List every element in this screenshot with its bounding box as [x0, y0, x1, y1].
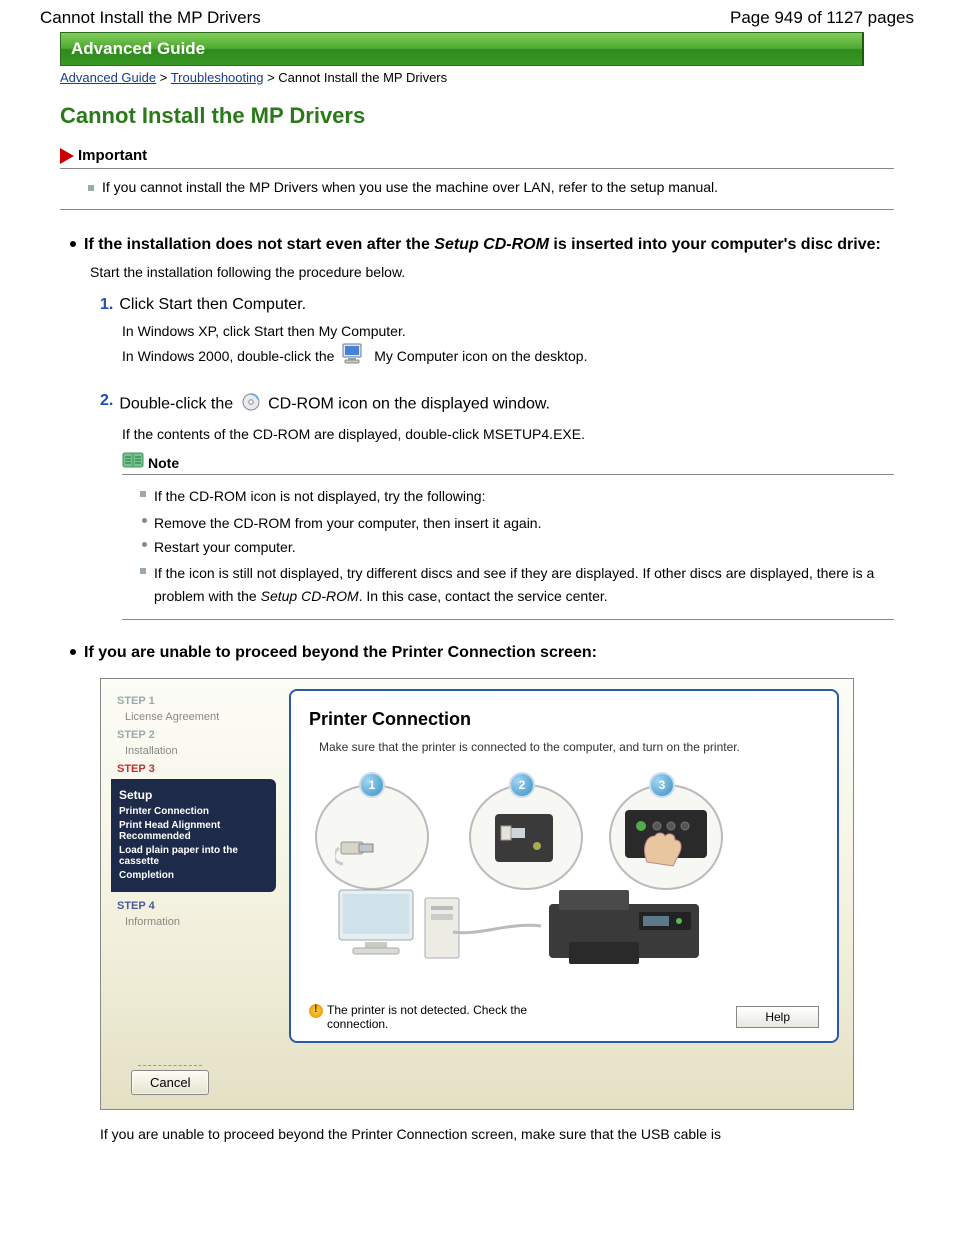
dialog-text: Make sure that the printer is connected …	[319, 740, 819, 754]
note-text: If the icon is still not displayed, try …	[140, 562, 894, 607]
printer-icon	[529, 882, 719, 972]
step-title: Double-click the CD-ROM icon on the disp…	[119, 392, 550, 417]
bullet-icon	[70, 241, 76, 247]
breadcrumb-link-troubleshooting[interactable]: Troubleshooting	[171, 70, 264, 85]
my-computer-icon	[341, 342, 367, 372]
usb-port-icon	[485, 806, 565, 870]
important-label: Important	[78, 147, 147, 164]
step-text: In Windows 2000, double-click the My Com…	[122, 342, 894, 372]
wizard-sidebar: STEP 1 License Agreement STEP 2 Installa…	[111, 689, 276, 928]
play-arrow-icon	[60, 148, 74, 164]
advanced-guide-bar: Advanced Guide	[60, 32, 864, 66]
breadcrumb-current: Cannot Install the MP Drivers	[278, 70, 447, 85]
bullet-icon	[70, 649, 76, 655]
step-text: In Windows XP, click Start then My Compu…	[122, 320, 894, 342]
page-indicator: Page 949 of 1127 pages	[730, 8, 914, 28]
note-subtext: Remove the CD-ROM from your computer, th…	[140, 512, 894, 534]
doc-title: Cannot Install the MP Drivers	[40, 8, 261, 28]
trailing-text: If you are unable to proceed beyond the …	[100, 1126, 854, 1142]
cd-rom-icon	[241, 392, 261, 417]
note-label: Note	[148, 452, 179, 474]
power-button-press-icon	[621, 802, 711, 874]
wizard-main-panel: Printer Connection Make sure that the pr…	[289, 689, 839, 1043]
sidebar-step-label: STEP 2	[117, 729, 276, 741]
printer-connection-dialog: STEP 1 License Agreement STEP 2 Installa…	[100, 678, 854, 1110]
step-number: 2.	[100, 392, 113, 410]
note-book-icon	[122, 452, 144, 474]
sidebar-step-label: STEP 1	[117, 695, 276, 707]
diagram-badge-2: 2	[509, 772, 535, 798]
section-intro: Start the installation following the pro…	[90, 264, 894, 280]
step-text: If the contents of the CD-ROM are displa…	[122, 423, 894, 445]
warning-icon	[309, 1004, 323, 1018]
sidebar-item: License Agreement	[125, 711, 276, 723]
help-button[interactable]: Help	[736, 1006, 819, 1028]
dialog-title: Printer Connection	[309, 709, 819, 730]
sidebar-step-label: STEP 4	[117, 900, 276, 912]
breadcrumb-link-advanced-guide[interactable]: Advanced Guide	[60, 70, 156, 85]
step-title: Click Start then Computer.	[119, 296, 306, 314]
status-text: The printer is not detected. Check the c…	[327, 1003, 589, 1031]
usb-cable-icon	[335, 808, 407, 868]
page-title: Cannot Install the MP Drivers	[60, 103, 914, 129]
step-number: 1.	[100, 296, 113, 314]
note-subtext: Restart your computer.	[140, 536, 894, 558]
section-heading: If you are unable to proceed beyond the …	[84, 640, 597, 666]
sidebar-item: Information	[125, 916, 276, 928]
cancel-button[interactable]: Cancel	[131, 1070, 209, 1095]
connection-diagram: 1 2 3	[309, 766, 819, 966]
section-heading: If the installation does not start even …	[84, 232, 881, 258]
cable-line-icon	[449, 916, 545, 940]
note-text: If the CD-ROM icon is not displayed, try…	[140, 485, 894, 507]
diagram-badge-1: 1	[359, 772, 385, 798]
breadcrumb: Advanced Guide > Troubleshooting > Canno…	[60, 70, 914, 85]
sidebar-item: Installation	[125, 745, 276, 757]
sidebar-step-label-active: STEP 3	[117, 763, 276, 775]
sidebar-setup-block: Setup Printer Connection Print Head Alig…	[111, 779, 276, 892]
diagram-badge-3: 3	[649, 772, 675, 798]
important-text: If you cannot install the MP Drivers whe…	[88, 179, 894, 195]
